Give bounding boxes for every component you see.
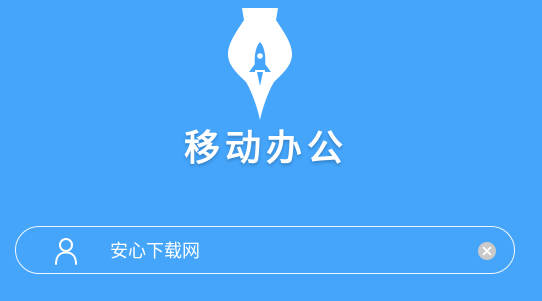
app-logo-icon (228, 8, 292, 120)
clear-icon[interactable] (478, 242, 496, 260)
username-input[interactable] (110, 227, 450, 273)
user-icon (55, 238, 77, 265)
username-field[interactable] (15, 226, 515, 274)
app-title: 移动办公 (183, 128, 348, 169)
